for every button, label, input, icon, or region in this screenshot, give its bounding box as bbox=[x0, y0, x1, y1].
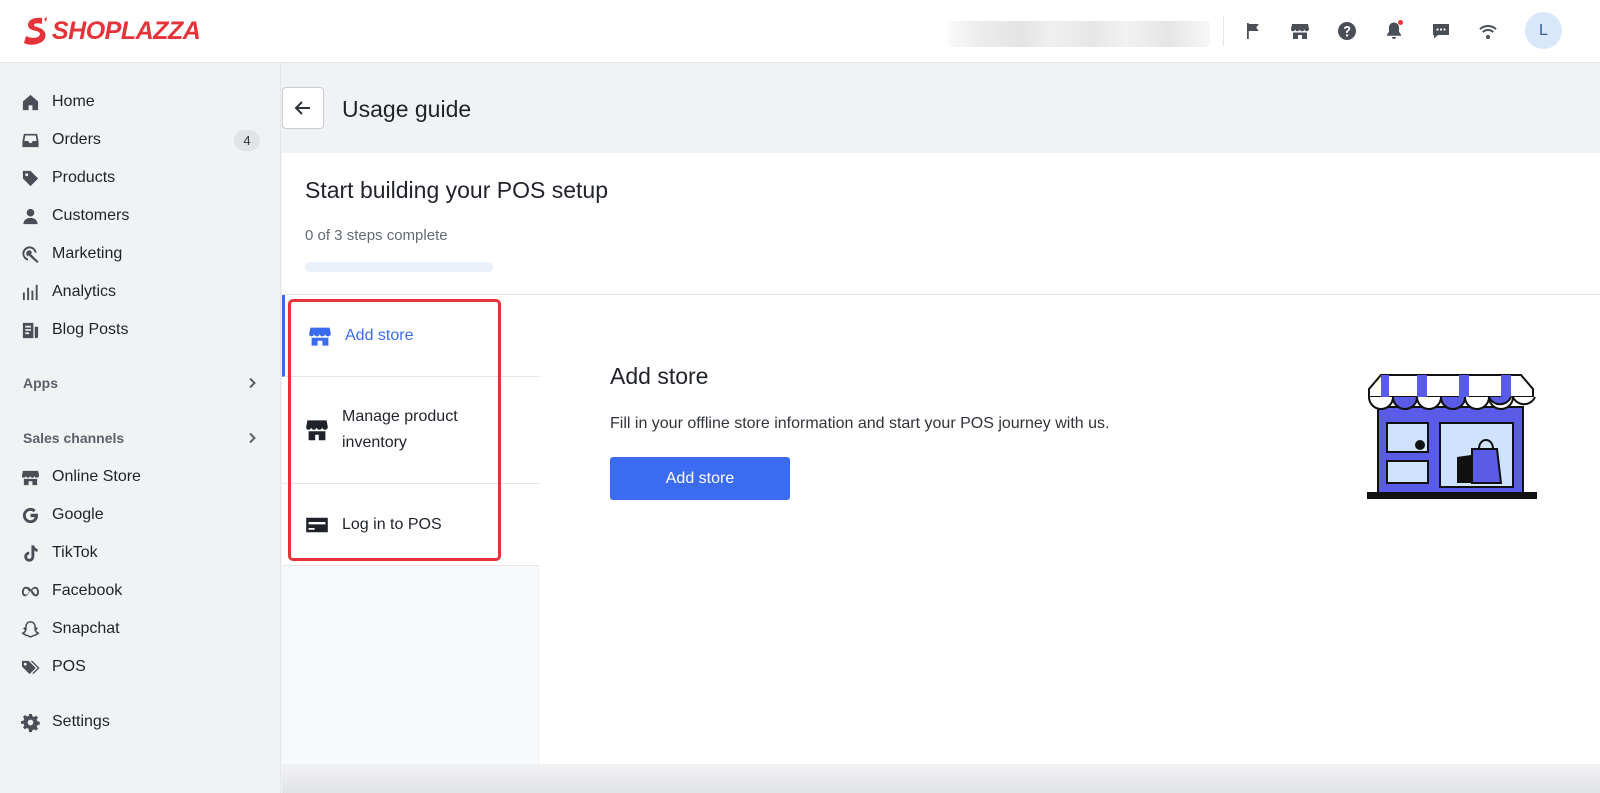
progress-bar bbox=[305, 262, 493, 272]
sidebar-item-products[interactable]: Products bbox=[20, 162, 260, 194]
wifi-icon[interactable] bbox=[1476, 19, 1500, 43]
gear-icon bbox=[20, 712, 40, 732]
tag-icon bbox=[20, 168, 40, 188]
card-icon bbox=[305, 513, 329, 537]
sidebar-item-label: TikTok bbox=[52, 544, 98, 561]
user-avatar[interactable]: L bbox=[1525, 12, 1562, 49]
shoplazza-logo-icon bbox=[24, 17, 47, 45]
marketing-icon bbox=[20, 244, 40, 264]
storefront-icon[interactable] bbox=[1288, 19, 1312, 43]
sales-channels-section-toggle[interactable]: Sales channels bbox=[23, 427, 259, 449]
sidebar-item-blog-posts[interactable]: Blog Posts bbox=[20, 314, 260, 346]
meta-icon bbox=[20, 581, 40, 601]
sidebar-item-label: Customers bbox=[52, 207, 130, 224]
steps-list: Add store Manage product inventory Log i… bbox=[282, 295, 539, 764]
progress-text: 0 of 3 steps complete bbox=[305, 227, 448, 244]
sidebar-item-label: Home bbox=[52, 93, 95, 110]
person-icon bbox=[20, 206, 40, 226]
sidebar-item-label: Settings bbox=[52, 713, 110, 730]
sidebar-item-home[interactable]: Home bbox=[20, 86, 260, 118]
sidebar-item-settings[interactable]: Settings bbox=[20, 706, 260, 738]
storefront-illustration bbox=[1367, 374, 1537, 499]
add-store-button[interactable]: Add store bbox=[610, 457, 790, 500]
sidebar-item-tiktok[interactable]: TikTok bbox=[20, 537, 260, 569]
help-icon[interactable] bbox=[1335, 19, 1359, 43]
sidebar-item-label: Blog Posts bbox=[52, 321, 129, 338]
apps-section-toggle[interactable]: Apps bbox=[23, 372, 259, 394]
inbox-icon bbox=[20, 130, 40, 150]
step-label: Add store bbox=[345, 326, 414, 344]
step-label: Log in to POS bbox=[342, 515, 442, 533]
shoplazza-logo[interactable]: SHOPLAZZA bbox=[22, 16, 201, 46]
sidebar-item-label: Facebook bbox=[52, 582, 123, 599]
sidebar-item-label: Google bbox=[52, 506, 104, 523]
setup-guide-card: Start building your POS setup 0 of 3 ste… bbox=[282, 153, 1600, 764]
sidebar-item-online-store[interactable]: Online Store bbox=[20, 461, 260, 493]
storefront-icon bbox=[20, 467, 40, 487]
page-title: Usage guide bbox=[342, 96, 472, 122]
step-label: Manage product inventory bbox=[342, 408, 458, 451]
step-manage-product-inventory[interactable]: Manage product inventory bbox=[282, 377, 539, 484]
sidebar-item-label: Products bbox=[52, 169, 116, 186]
chevron-right-icon bbox=[245, 376, 259, 390]
sidebar-item-label: Marketing bbox=[52, 245, 123, 262]
sidebar: Home Orders 4 Products Customers Marketi… bbox=[0, 63, 281, 793]
topbar-divider bbox=[1223, 16, 1224, 46]
store-inventory-icon bbox=[305, 418, 329, 442]
tiktok-icon bbox=[20, 543, 40, 563]
sidebar-item-snapchat[interactable]: Snapchat bbox=[20, 613, 260, 645]
sidebar-item-customers[interactable]: Customers bbox=[20, 200, 260, 232]
step-detail-description: Fill in your offline store information a… bbox=[610, 415, 1110, 432]
chat-icon[interactable] bbox=[1429, 19, 1453, 43]
snapchat-icon bbox=[20, 619, 40, 639]
sidebar-item-pos[interactable]: POS bbox=[20, 651, 260, 683]
step-log-in-to-pos[interactable]: Log in to POS bbox=[282, 484, 539, 566]
sidebar-item-marketing[interactable]: Marketing bbox=[20, 238, 260, 270]
notification-dot bbox=[1398, 20, 1403, 25]
top-bar: SHOPLAZZA L bbox=[0, 0, 1600, 63]
sales-channels-label: Sales channels bbox=[23, 430, 125, 446]
chevron-right-icon bbox=[245, 431, 259, 445]
arrow-left-icon bbox=[294, 101, 310, 115]
sidebar-item-label: Online Store bbox=[52, 468, 141, 485]
apps-section-label: Apps bbox=[23, 375, 58, 391]
back-button[interactable] bbox=[282, 87, 324, 129]
storefront-icon bbox=[308, 324, 332, 348]
tags-icon bbox=[20, 657, 40, 677]
bar-chart-icon bbox=[20, 282, 40, 302]
google-icon bbox=[20, 505, 40, 525]
home-icon bbox=[20, 92, 40, 112]
store-selector[interactable] bbox=[948, 21, 1210, 47]
step-add-store[interactable]: Add store bbox=[282, 295, 539, 377]
sidebar-item-analytics[interactable]: Analytics bbox=[20, 276, 260, 308]
orders-count-badge: 4 bbox=[234, 130, 260, 151]
sidebar-item-label: Analytics bbox=[52, 283, 117, 300]
sidebar-item-orders[interactable]: Orders 4 bbox=[20, 124, 260, 156]
document-icon bbox=[20, 320, 40, 340]
sidebar-item-label: Snapchat bbox=[52, 620, 120, 637]
brand-name: SHOPLAZZA bbox=[52, 16, 201, 45]
card-title: Start building your POS setup bbox=[305, 177, 608, 203]
step-detail-title: Add store bbox=[610, 363, 709, 389]
sidebar-item-label: POS bbox=[52, 658, 86, 675]
bell-icon[interactable] bbox=[1382, 19, 1406, 43]
sidebar-item-facebook[interactable]: Facebook bbox=[20, 575, 260, 607]
flag-icon[interactable] bbox=[1241, 19, 1265, 43]
sidebar-item-label: Orders bbox=[52, 131, 101, 148]
bottom-shade bbox=[282, 764, 1600, 793]
sidebar-item-google[interactable]: Google bbox=[20, 499, 260, 531]
page-header: Usage guide bbox=[282, 63, 1600, 153]
